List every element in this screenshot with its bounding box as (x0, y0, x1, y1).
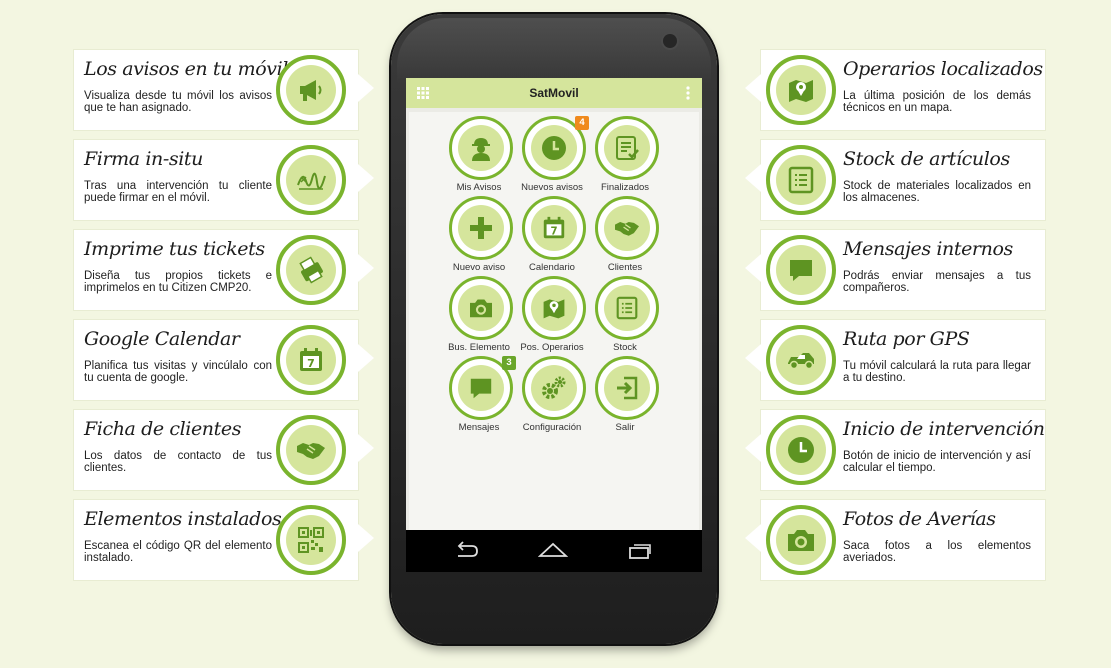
tile-salir[interactable]: Salir (586, 356, 666, 436)
handshake-icon (276, 415, 346, 485)
feature-card-avisos: Los avisos en tu móvil Visualiza desde tu… (74, 50, 374, 130)
qr-code-icon (276, 505, 346, 575)
checklist-icon (595, 116, 659, 180)
tile-stock[interactable]: Stock (586, 276, 666, 356)
feature-desc: Stock de materiales localizados en los a… (843, 180, 1031, 204)
camera-icon (449, 276, 513, 340)
feature-title: Mensajes internos (843, 238, 1013, 260)
handshake-icon (595, 196, 659, 260)
feature-card-calendar: Google Calendar Planifica tus visitas y v… (74, 320, 374, 400)
feature-card-fotos: Fotos de Averías Saca fotos a los element… (745, 500, 1045, 580)
tile-finalizados[interactable]: Finalizados (586, 116, 666, 196)
recent-apps-icon[interactable] (628, 540, 654, 560)
feature-card-gps: Ruta por GPS Tu móvil calculará la ruta p… (745, 320, 1045, 400)
feature-title: Firma in-situ (84, 148, 203, 170)
feature-title: Fotos de Averías (843, 508, 996, 530)
overflow-menu-icon[interactable] (686, 86, 690, 100)
feature-title: Ruta por GPS (843, 328, 970, 350)
feature-desc: Tras una intervención tu cliente puede f… (84, 180, 272, 204)
feature-desc: La última posición de los demás técnicos… (843, 90, 1031, 114)
tile-grid: Mis Avisos 4 Nuevos avisos Finalizados N… (409, 112, 699, 530)
plus-icon (449, 196, 513, 260)
camera-icon (766, 505, 836, 575)
tile-label: Clientes (607, 262, 643, 273)
tile-label: Finalizados (600, 182, 650, 193)
clock-icon (766, 415, 836, 485)
calendar-icon: 7 (276, 325, 346, 395)
calendar-icon: 7 (522, 196, 586, 260)
android-nav-bar (406, 530, 702, 572)
app-screen: SatMovil Mis Avisos 4 Nuevos avisos Fina… (406, 78, 702, 530)
tile-clientes[interactable]: Clientes (586, 196, 666, 276)
map-pin-icon (766, 55, 836, 125)
feature-card-operarios: Operarios localizados La última posición … (745, 50, 1045, 130)
car-icon (766, 325, 836, 395)
feature-title: Operarios localizados (843, 58, 1043, 80)
feature-card-firma: Firma in-situ Tras una intervención tu cl… (74, 140, 374, 220)
home-icon[interactable] (538, 540, 568, 560)
feature-card-elementos: Elementos instalados Escanea el código QR… (74, 500, 374, 580)
feature-desc: Escanea el código QR del elemento instal… (84, 540, 272, 564)
feature-desc: Visualiza desde tu móvil los avisos que … (84, 90, 272, 114)
feature-title: Imprime tus tickets (84, 238, 265, 260)
phone-device: SatMovil Mis Avisos 4 Nuevos avisos Fina… (391, 14, 717, 644)
map-pin-icon (522, 276, 586, 340)
feature-card-intervencion: Inicio de intervención Botón de inicio de… (745, 410, 1045, 490)
feature-title: Los avisos en tu móvil (84, 58, 288, 80)
worker-icon (449, 116, 513, 180)
app-title: SatMovil (529, 86, 579, 100)
printer-icon (276, 235, 346, 305)
feature-desc: Podrás enviar mensajes a tus compañeros. (843, 270, 1031, 294)
tile-label: Salir (615, 422, 635, 433)
feature-desc: Botón de inicio de intervención y así ca… (843, 450, 1031, 474)
feature-card-mensajes: Mensajes internos Podrás enviar mensajes … (745, 230, 1045, 310)
back-icon[interactable] (454, 540, 480, 560)
feature-title: Ficha de clientes (84, 418, 242, 440)
front-camera (663, 34, 677, 48)
feature-card-tickets: Imprime tus tickets Diseña tus propios ti… (74, 230, 374, 310)
feature-card-clientes: Ficha de clientes Los datos de contacto d… (74, 410, 374, 490)
svg-text:7: 7 (307, 357, 315, 370)
feature-desc: Planifica tus visitas y vincúlalo con tu… (84, 360, 272, 384)
gears-icon (522, 356, 586, 420)
list-icon (766, 145, 836, 215)
feature-desc: Los datos de contacto de tus clientes. (84, 450, 272, 474)
feature-title: Elementos instalados (84, 508, 282, 530)
megaphone-icon (276, 55, 346, 125)
feature-desc: Tu móvil calculará la ruta para llegar a… (843, 360, 1031, 384)
feature-desc: Diseña tus propios tickets e imprimelos … (84, 270, 272, 294)
app-bar: SatMovil (406, 78, 702, 108)
svg-text:7: 7 (550, 227, 557, 238)
list-icon (595, 276, 659, 340)
feature-title: Stock de artículos (843, 148, 1010, 170)
feature-title: Google Calendar (84, 328, 240, 350)
exit-icon (595, 356, 659, 420)
feature-desc: Saca fotos a los elementos averiados. (843, 540, 1031, 564)
feature-title: Inicio de intervención (843, 418, 1045, 440)
feature-card-stock: Stock de artículos Stock de materiales lo… (745, 140, 1045, 220)
tile-label: Stock (613, 342, 637, 353)
chat-icon (766, 235, 836, 305)
signature-icon (276, 145, 346, 215)
